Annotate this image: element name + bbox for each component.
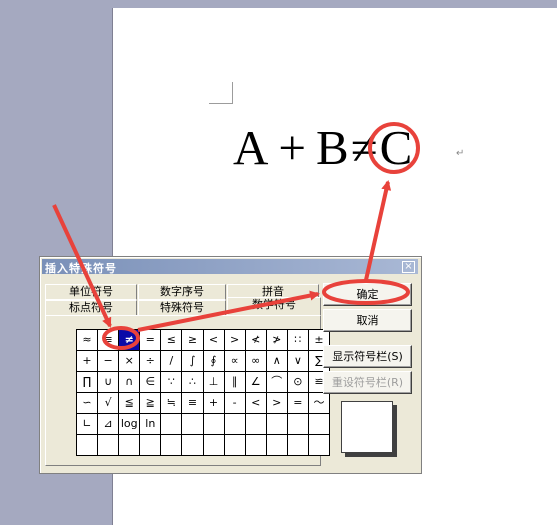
highlight-oval-ok: [322, 279, 410, 305]
arrow-to-equation: [364, 180, 392, 281]
highlight-circle-equation: [368, 122, 420, 174]
annotation-arrows: [52, 122, 420, 350]
highlight-oval-symbol: [102, 326, 140, 350]
arrow-to-ok: [137, 290, 320, 332]
arrow-to-symbol: [52, 204, 112, 328]
annotation-overlay: [52, 122, 420, 350]
